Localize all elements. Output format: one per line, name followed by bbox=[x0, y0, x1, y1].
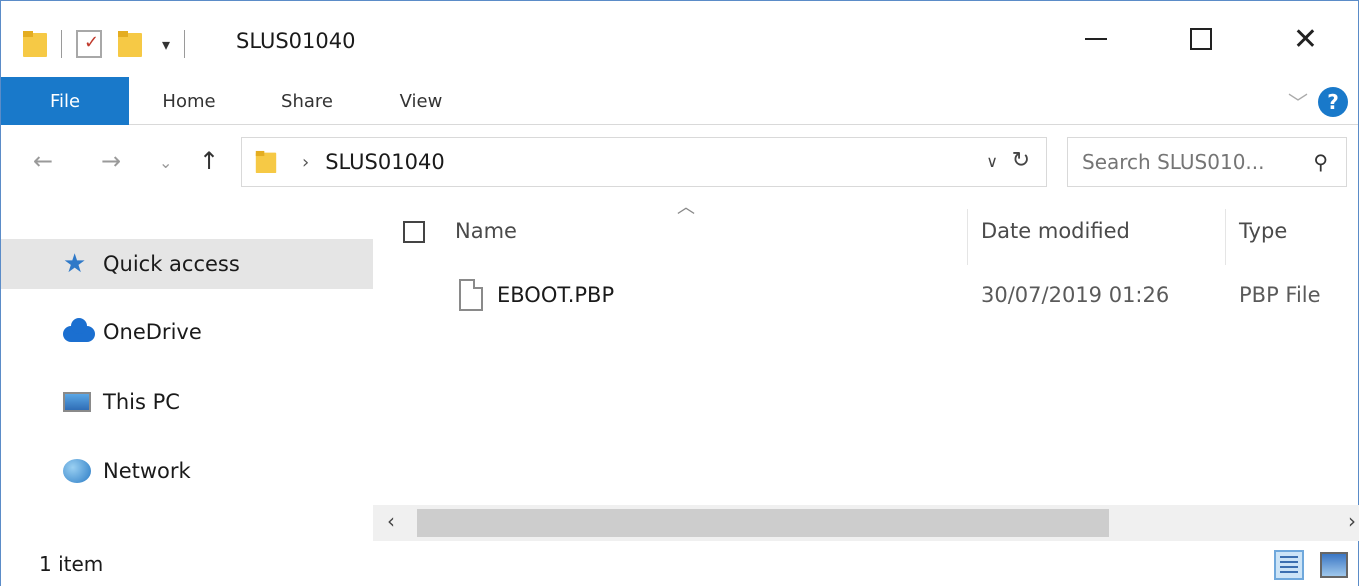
scroll-right-icon[interactable]: › bbox=[1348, 509, 1356, 533]
properties-icon[interactable]: ✓ bbox=[76, 30, 102, 58]
sidebar-item-this-pc[interactable]: This PC bbox=[1, 377, 373, 427]
title-bar: ✓ ▾ SLUS01040 ✕ bbox=[1, 1, 1358, 77]
minimize-button[interactable] bbox=[1043, 1, 1148, 77]
minimize-icon bbox=[1084, 38, 1107, 40]
navigation-bar: ← → ⌄ ↑ › SLUS01040 ∨ ↻ ⚲ bbox=[1, 125, 1358, 201]
maximize-button[interactable] bbox=[1148, 1, 1253, 77]
help-icon[interactable]: ? bbox=[1318, 87, 1348, 117]
computer-icon bbox=[63, 388, 93, 416]
expand-ribbon-chevron-icon[interactable]: ﹀ bbox=[1288, 87, 1308, 116]
folder-icon[interactable] bbox=[23, 31, 47, 57]
star-icon: ★ bbox=[63, 249, 87, 279]
breadcrumb-chevron-icon[interactable]: › bbox=[302, 152, 309, 173]
window-title: SLUS01040 bbox=[236, 29, 356, 53]
sidebar-item-label: This PC bbox=[103, 390, 180, 414]
search-input[interactable] bbox=[1082, 150, 1302, 174]
quick-access-toolbar: ✓ ▾ bbox=[23, 27, 199, 61]
tab-share[interactable]: Share bbox=[259, 77, 355, 125]
file-date-modified: 30/07/2019 01:26 bbox=[981, 283, 1170, 307]
back-arrow-icon[interactable]: ← bbox=[33, 147, 53, 175]
column-divider[interactable] bbox=[1225, 209, 1226, 265]
column-header-type[interactable]: Type bbox=[1239, 219, 1287, 243]
scrollbar-thumb[interactable] bbox=[417, 509, 1109, 537]
new-folder-icon[interactable] bbox=[118, 31, 142, 57]
file-row[interactable]: EBOOT.PBP 30/07/2019 01:26 PBP File bbox=[373, 275, 1359, 323]
tab-file[interactable]: File bbox=[1, 77, 129, 125]
sidebar-item-network[interactable]: Network bbox=[1, 446, 373, 496]
file-name: EBOOT.PBP bbox=[497, 283, 615, 307]
tab-home[interactable]: Home bbox=[141, 77, 237, 125]
forward-arrow-icon[interactable]: → bbox=[101, 147, 121, 175]
column-header-name[interactable]: Name bbox=[455, 219, 517, 243]
toolbar-separator bbox=[184, 30, 186, 58]
toolbar-separator bbox=[61, 30, 62, 58]
sidebar-item-onedrive[interactable]: OneDrive bbox=[1, 307, 373, 357]
recent-locations-chevron-icon[interactable]: ⌄ bbox=[159, 153, 172, 172]
details-view-icon[interactable] bbox=[1274, 550, 1304, 580]
sidebar-item-label: Quick access bbox=[103, 252, 240, 276]
explorer-window: ✓ ▾ SLUS01040 ✕ File Home Share View ﹀ ?… bbox=[0, 0, 1359, 586]
address-dropdown-icon[interactable]: ∨ bbox=[986, 152, 998, 171]
up-arrow-icon[interactable]: ↑ bbox=[199, 147, 219, 175]
column-header-row: Name Date modified Type bbox=[373, 209, 1359, 265]
file-list-view: ︿ Name Date modified Type EBOOT.PBP 30/0… bbox=[373, 197, 1359, 544]
file-type: PBP File bbox=[1239, 283, 1321, 307]
horizontal-scrollbar[interactable]: ‹ › bbox=[373, 505, 1359, 541]
sidebar-item-quick-access[interactable]: ★ Quick access bbox=[1, 239, 373, 289]
cloud-icon bbox=[63, 318, 95, 346]
scroll-left-icon[interactable]: ‹ bbox=[387, 509, 395, 533]
customize-toolbar-dropdown-icon[interactable]: ▾ bbox=[162, 35, 170, 54]
large-icons-view-icon[interactable] bbox=[1320, 552, 1348, 578]
tab-view[interactable]: View bbox=[373, 77, 469, 125]
column-header-date-modified[interactable]: Date modified bbox=[981, 219, 1130, 243]
maximize-icon bbox=[1189, 28, 1212, 50]
status-bar: 1 item bbox=[1, 544, 1358, 586]
select-all-checkbox[interactable] bbox=[403, 221, 425, 243]
refresh-icon[interactable]: ↻ bbox=[1012, 148, 1030, 173]
network-icon bbox=[63, 457, 93, 485]
sidebar-item-label: OneDrive bbox=[103, 320, 202, 344]
close-icon: ✕ bbox=[1292, 21, 1319, 57]
navigation-pane: ★ Quick access OneDrive This PC Network bbox=[1, 201, 373, 544]
search-box[interactable]: ⚲ bbox=[1067, 137, 1347, 187]
close-button[interactable]: ✕ bbox=[1253, 1, 1358, 77]
address-bar[interactable]: › SLUS01040 ∨ ↻ bbox=[241, 137, 1047, 187]
item-count: 1 item bbox=[39, 552, 104, 576]
folder-icon bbox=[255, 150, 277, 174]
file-icon bbox=[459, 279, 483, 311]
ribbon-tabs: File Home Share View ﹀ ? bbox=[1, 77, 1358, 125]
search-icon[interactable]: ⚲ bbox=[1313, 150, 1328, 174]
breadcrumb-item[interactable]: SLUS01040 bbox=[325, 150, 445, 174]
window-controls: ✕ bbox=[1043, 1, 1358, 77]
sidebar-item-label: Network bbox=[103, 459, 191, 483]
column-divider[interactable] bbox=[967, 209, 968, 265]
